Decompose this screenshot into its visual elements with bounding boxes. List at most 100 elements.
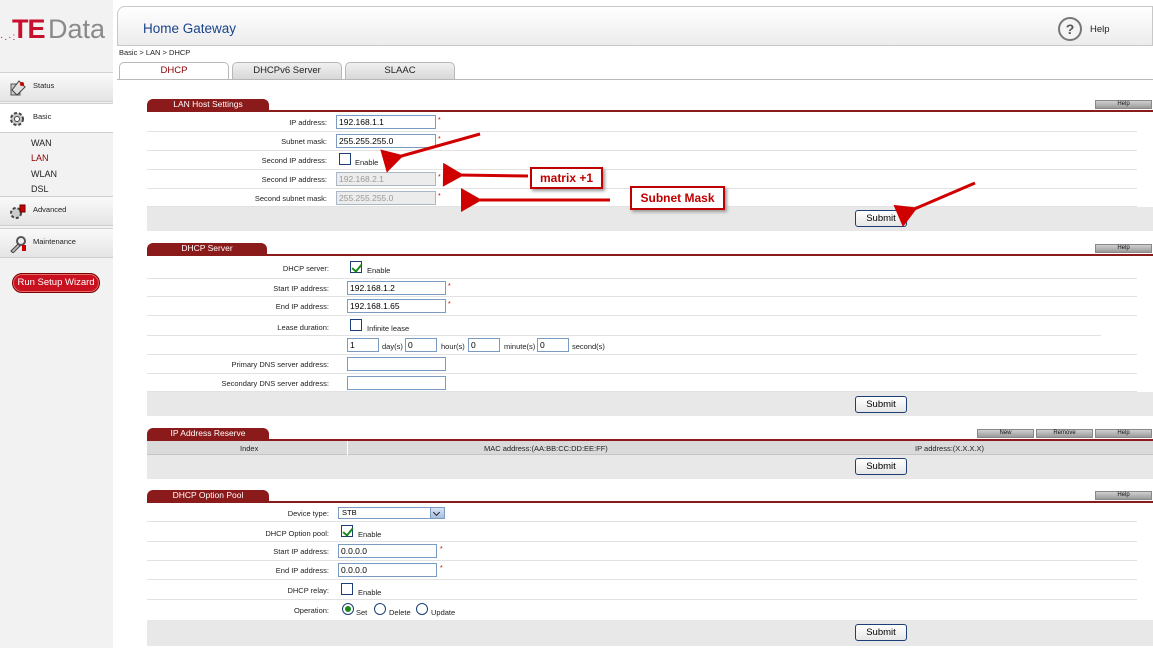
sidebar-item-wan[interactable]: WAN (31, 138, 52, 148)
option-pool-enable-checkbox[interactable] (341, 525, 353, 537)
option-pool-footer: Submit (147, 620, 1153, 646)
device-type-value: STB (342, 508, 357, 517)
col-mac-address: MAC address:(AA:BB:CC:DD:EE:FF) (484, 444, 608, 453)
sidebar: ·.·: TE Data Status Basic WAN LAN WLAN D… (0, 0, 113, 648)
option-pool-submit-button[interactable]: Submit (855, 624, 907, 641)
required-star: * (440, 565, 443, 572)
pool-end-ip-label: End IP address: (275, 566, 329, 575)
lan-host-settings-title: LAN Host Settings (147, 99, 269, 110)
lease-days-input[interactable]: 1 (347, 338, 379, 352)
required-star: * (438, 136, 441, 143)
reserve-help-button[interactable]: Help (1095, 429, 1152, 438)
lease-duration-label: Lease duration: (277, 323, 329, 332)
second-ip-enable-checkbox[interactable] (339, 153, 351, 165)
reserve-footer: Submit (147, 455, 1153, 479)
nav-basic[interactable]: Basic (0, 103, 113, 133)
dhcp-option-pool-title: DHCP Option Pool (147, 490, 269, 501)
nav-status[interactable]: Status (0, 72, 113, 102)
section-divider (147, 501, 1153, 503)
dhcp-relay-checkbox[interactable] (341, 583, 353, 595)
operation-update-label: Update (431, 608, 456, 617)
dhcp-server-enable-checkbox[interactable] (350, 261, 362, 273)
sidebar-item-dsl[interactable]: DSL (31, 184, 49, 194)
primary-dns-input[interactable] (347, 357, 446, 371)
nav-maintenance[interactable]: Maintenance (0, 228, 113, 258)
dhcp-server-help-button[interactable]: Help (1095, 244, 1152, 253)
operation-set-label: Set (356, 608, 368, 617)
section-divider (147, 254, 1153, 256)
primary-dns-label: Primary DNS server address: (231, 360, 329, 369)
subnet-mask-label: Subnet mask: (281, 137, 327, 146)
operation-label: Operation: (293, 606, 329, 615)
option-pool-help-button[interactable]: Help (1095, 491, 1152, 500)
form-row: Start IP address: 192.168.1.2 * (147, 279, 1137, 297)
second-ip-address-input[interactable]: 192.168.2.1 (336, 172, 436, 186)
tab-dhcp[interactable]: DHCP (119, 62, 229, 80)
gear-icon (10, 112, 24, 126)
form-row: Primary DNS server address: (147, 355, 1137, 374)
option-pool-enable-label: Enable (358, 530, 382, 539)
reserve-table-header: Index MAC address:(AA:BB:CC:DD:EE:FF) IP… (147, 441, 1153, 455)
hours-unit: hour(s) (441, 342, 465, 351)
device-type-label: Device type: (287, 509, 329, 518)
ip-address-input[interactable]: 192.168.1.1 (336, 115, 436, 129)
pool-start-ip-input[interactable]: 0.0.0.0 (338, 544, 437, 558)
nav-advanced[interactable]: Advanced (0, 196, 113, 226)
minutes-unit: minute(s) (504, 342, 536, 351)
col-index: Index (240, 444, 259, 453)
form-row: Operation: Set Delete Update (147, 600, 1137, 620)
pool-end-ip-input[interactable]: 0.0.0.0 (338, 563, 437, 577)
reserve-submit-button[interactable]: Submit (855, 458, 907, 475)
nav-status-label: Status (33, 81, 55, 90)
form-row: End IP address: 0.0.0.0 * (147, 561, 1137, 580)
start-ip-input[interactable]: 192.168.1.2 (347, 281, 446, 295)
lease-seconds-input[interactable]: 0 (537, 338, 569, 352)
logo-te: TE (12, 14, 46, 44)
run-setup-wizard-button[interactable]: Run Setup Wizard (12, 273, 100, 293)
lease-hours-input[interactable]: 0 (405, 338, 437, 352)
required-star: * (438, 117, 441, 124)
infinite-lease-checkbox[interactable] (350, 319, 362, 331)
form-row: DHCP server: Enable (147, 258, 1137, 279)
lan-host-footer: Submit (147, 207, 1153, 231)
secondary-dns-input[interactable] (347, 376, 446, 390)
dhcp-server-submit-button[interactable]: Submit (855, 396, 907, 413)
help-icon[interactable]: ? (1058, 17, 1082, 41)
sidebar-item-lan[interactable]: LAN (31, 153, 49, 163)
advanced-icon (10, 204, 26, 219)
section-divider (147, 110, 1153, 112)
dhcp-relay-label: DHCP relay: (287, 586, 329, 595)
help-link[interactable]: Help (1090, 24, 1110, 35)
form-row: Second IP address: Enable (147, 151, 1137, 170)
reserve-new-button[interactable]: New (977, 429, 1034, 438)
annotation-subnet-callout: Subnet Mask (630, 186, 725, 210)
device-type-select[interactable]: STB (338, 507, 445, 519)
dhcp-server-footer: Submit (147, 392, 1153, 416)
second-subnet-mask-label: Second subnet mask: (254, 194, 327, 203)
second-ip-enable-label: Enable (355, 158, 379, 167)
lease-minutes-input[interactable]: 0 (468, 338, 500, 352)
form-row: Secondary DNS server address: (147, 374, 1137, 392)
operation-delete-radio[interactable] (374, 603, 386, 615)
lan-host-submit-button[interactable]: Submit (855, 210, 907, 227)
nav-basic-label: Basic (33, 112, 52, 121)
tab-dhcpv6-server[interactable]: DHCPv6 Server (232, 62, 342, 79)
tab-slaac[interactable]: SLAAC (345, 62, 455, 79)
operation-set-radio[interactable] (342, 603, 354, 615)
end-ip-input[interactable]: 192.168.1.65 (347, 299, 446, 313)
lan-host-help-button[interactable]: Help (1095, 100, 1152, 109)
required-star: * (448, 301, 451, 308)
logo-data: Data (48, 14, 106, 44)
required-star: * (438, 174, 441, 181)
sidebar-item-wlan[interactable]: WLAN (31, 169, 57, 179)
secondary-dns-label: Secondary DNS server address: (221, 379, 329, 388)
reserve-remove-button[interactable]: Remove (1036, 429, 1093, 438)
dhcp-server-label: DHCP server: (282, 264, 329, 273)
subnet-mask-input[interactable]: 255.255.255.0 (336, 134, 436, 148)
pool-start-ip-label: Start IP address: (273, 547, 329, 556)
second-subnet-mask-input[interactable]: 255.255.255.0 (336, 191, 436, 205)
page-title: Home Gateway (143, 21, 237, 36)
form-row: End IP address: 192.168.1.65 * (147, 297, 1137, 316)
required-star: * (448, 283, 451, 290)
operation-update-radio[interactable] (416, 603, 428, 615)
